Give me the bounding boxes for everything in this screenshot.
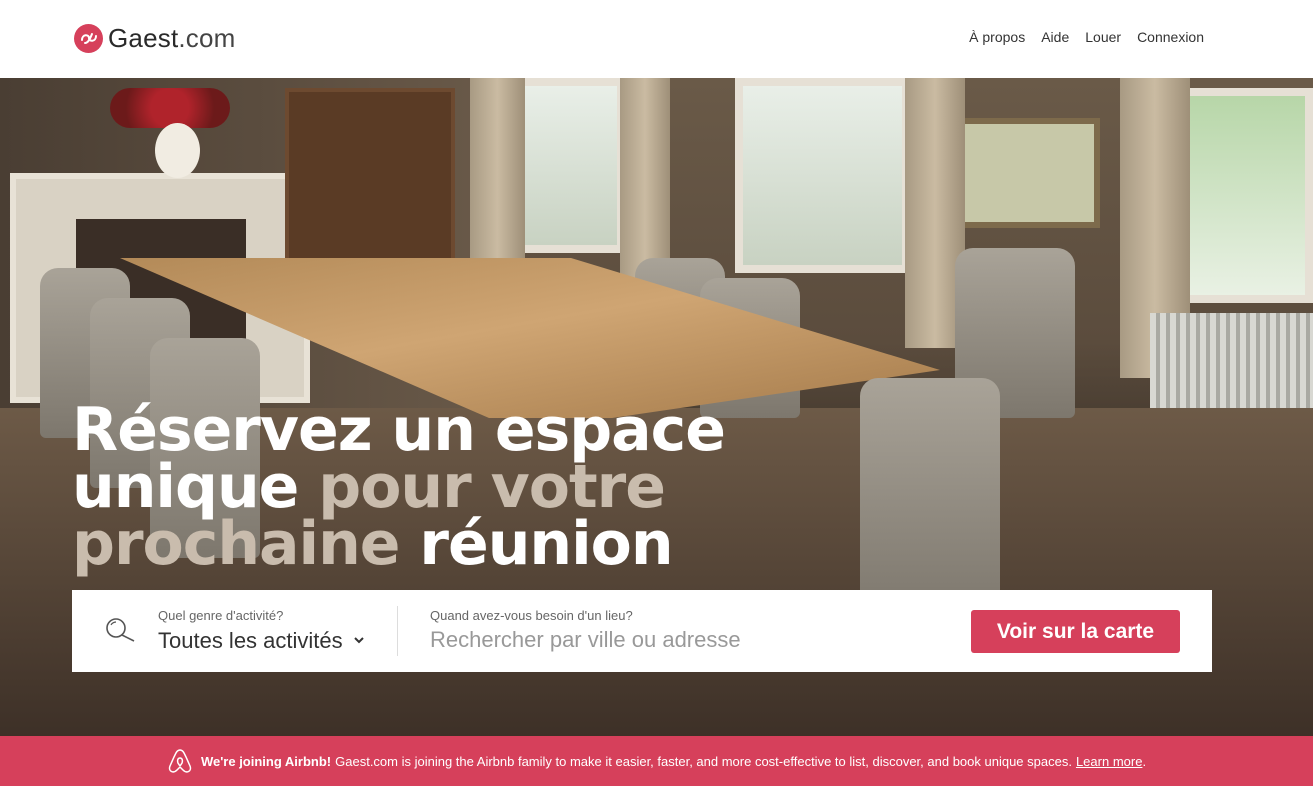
nav-help[interactable]: Aide <box>1041 28 1069 46</box>
view-map-button[interactable]: Voir sur la carte <box>971 610 1180 653</box>
site-header: Gaest.com À propos Aide Louer Connexion <box>0 0 1313 78</box>
nav-rent[interactable]: Louer <box>1085 28 1121 46</box>
hero-headline: Réservez un espace unique pour votre pro… <box>72 395 726 579</box>
nav-login[interactable]: Connexion <box>1137 28 1204 46</box>
hero-section: Réservez un espace unique pour votre pro… <box>0 78 1313 736</box>
banner-strong-text: We're joining Airbnb! <box>200 753 332 769</box>
chevron-down-icon[interactable] <box>352 633 366 647</box>
search-bar: Quel genre d'activité? Toutes les activi… <box>72 590 1212 672</box>
logo-icon <box>74 23 103 53</box>
nav-about[interactable]: À propos <box>969 28 1025 46</box>
airbnb-banner: We're joining Airbnb! Gaest.com is joini… <box>0 736 1313 786</box>
logo[interactable]: Gaest.com <box>74 23 236 53</box>
airbnb-icon <box>167 747 193 775</box>
search-icon <box>104 617 136 645</box>
logo-text: Gaest.com <box>108 23 236 53</box>
top-nav: À propos Aide Louer Connexion <box>969 28 1204 46</box>
activity-label: Quel genre d'activité? <box>158 608 284 623</box>
activity-value[interactable]: Toutes les activités <box>158 628 343 654</box>
location-input[interactable] <box>430 625 930 655</box>
learn-more-link[interactable]: Learn more <box>1076 754 1142 769</box>
search-divider <box>397 606 398 656</box>
location-label: Quand avez-vous besoin d'un lieu? <box>430 608 633 623</box>
banner-text: Gaest.com is joining the Airbnb family t… <box>335 753 1072 769</box>
